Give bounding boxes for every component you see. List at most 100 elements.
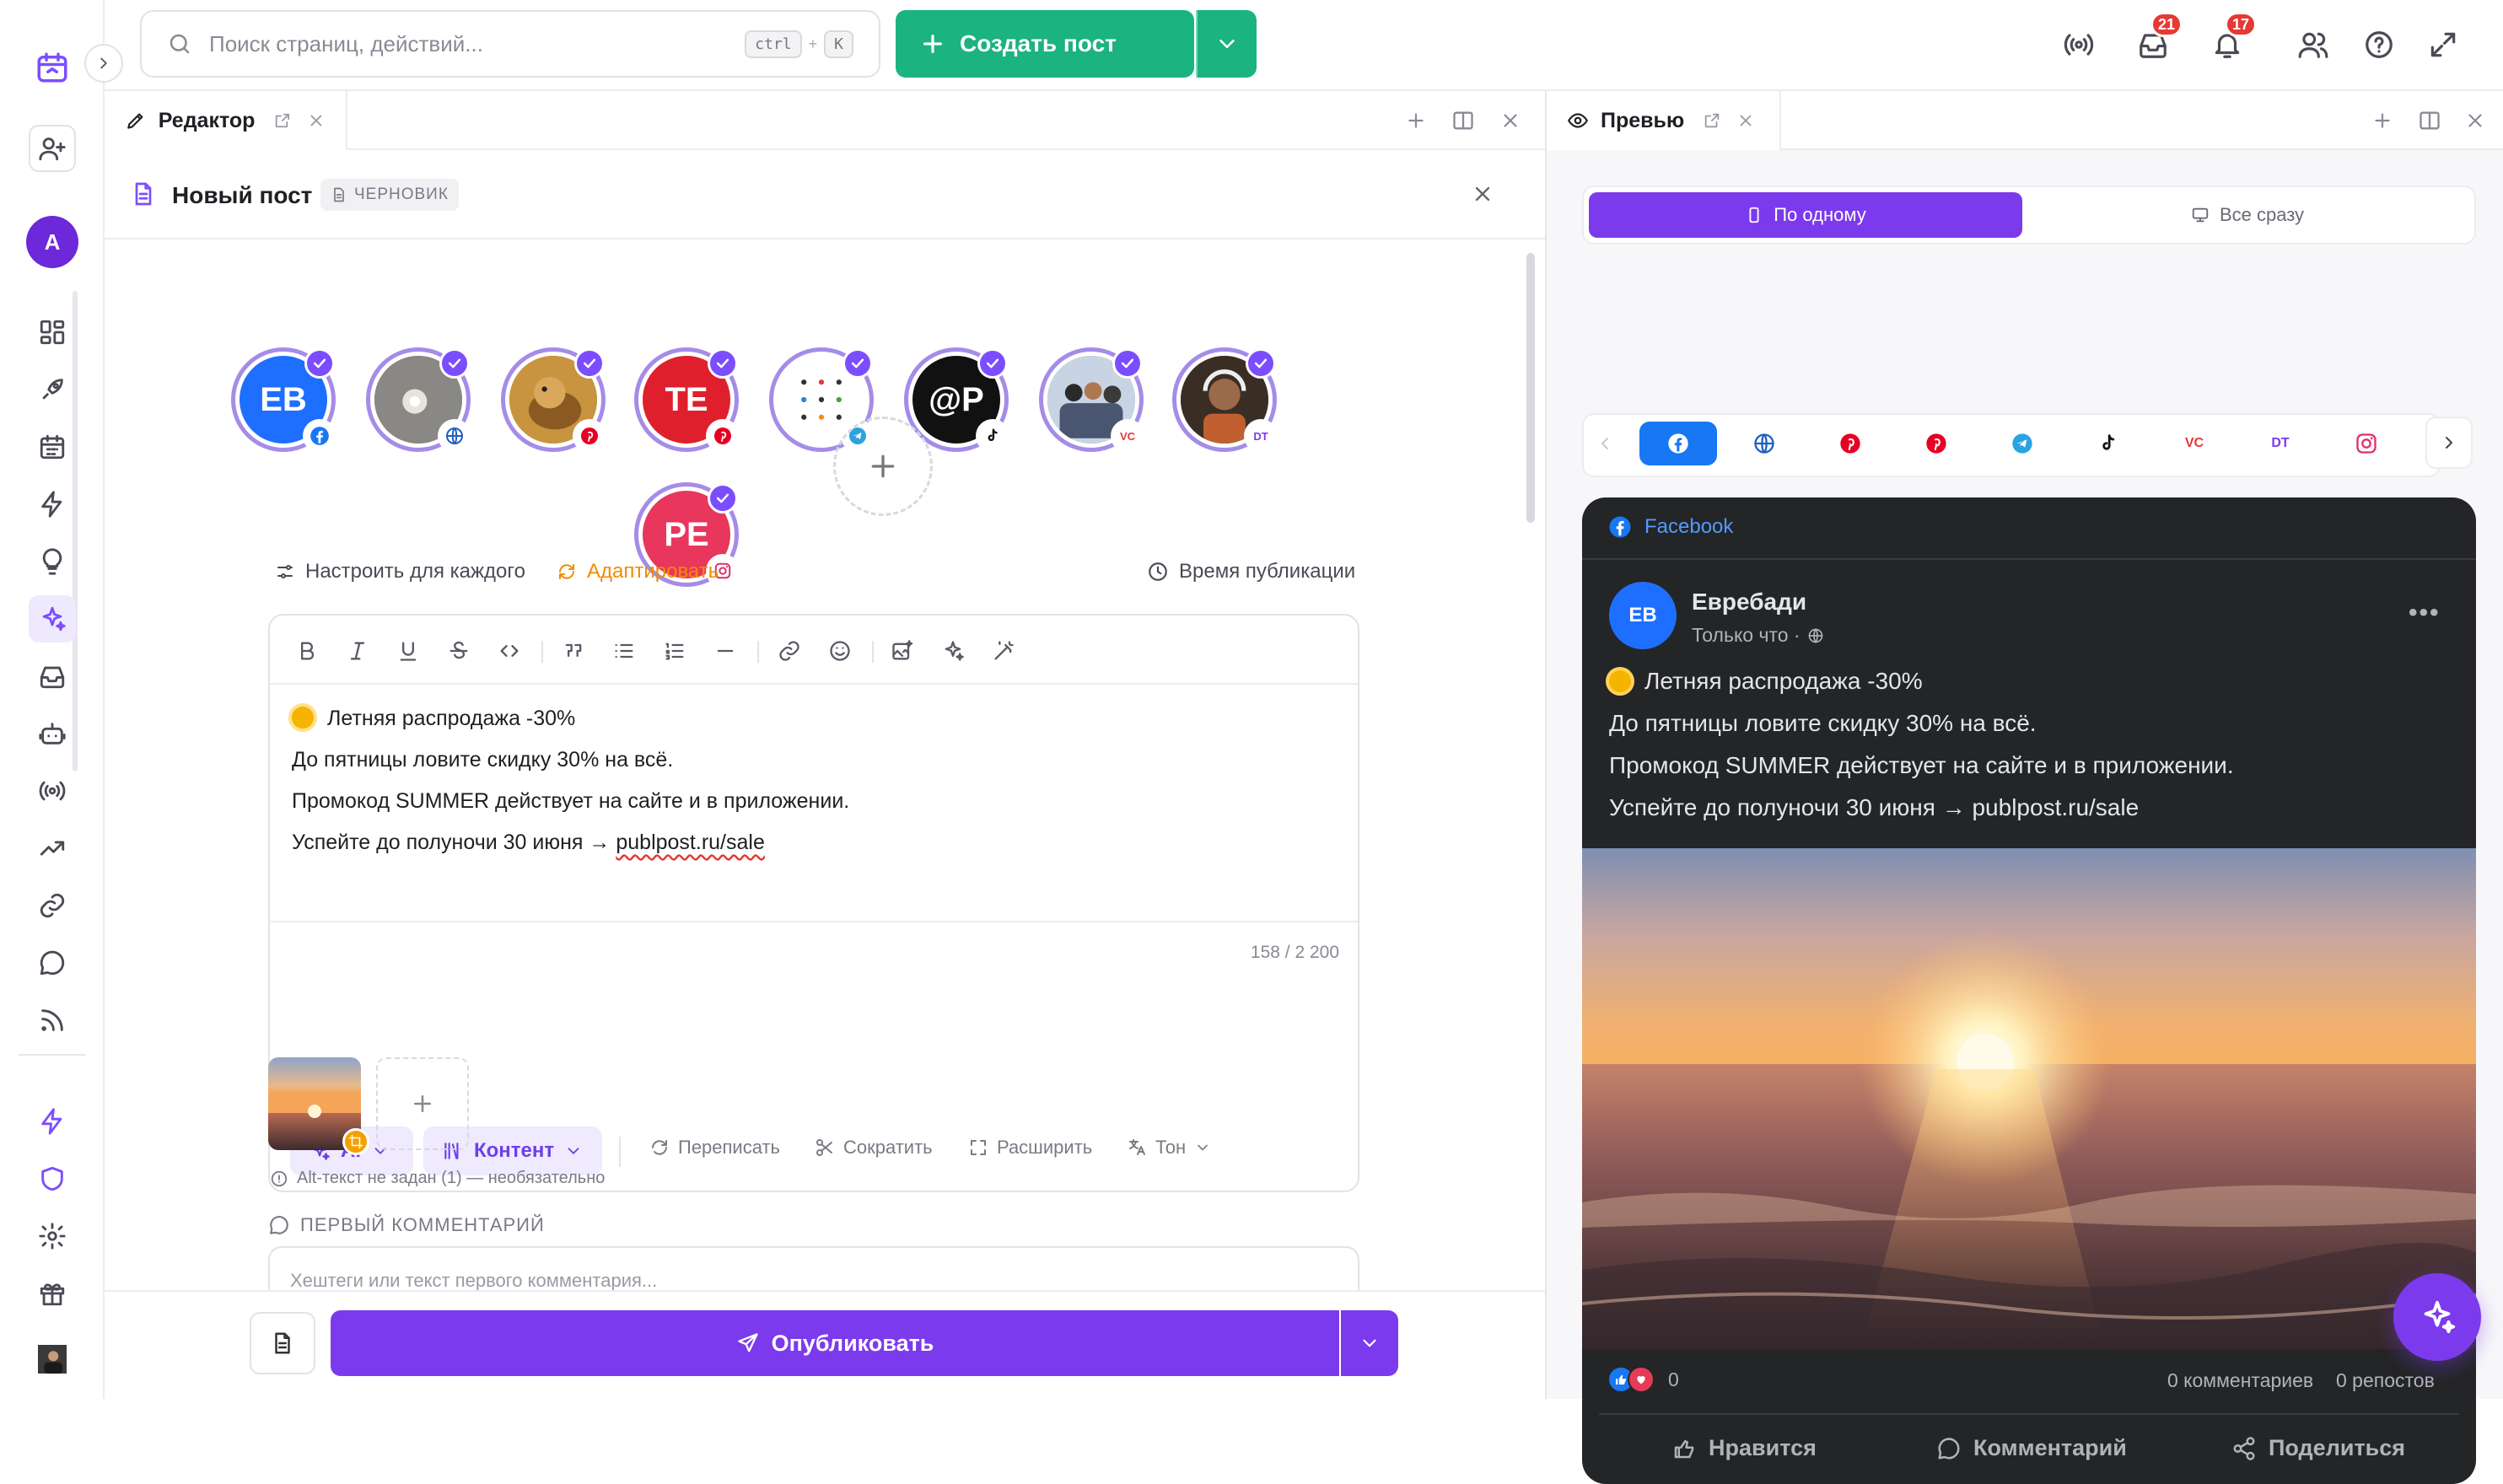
network-next-icon[interactable] bbox=[2425, 417, 2473, 469]
preview-network-facebook[interactable] bbox=[1639, 422, 1717, 465]
editor-scrollbar[interactable] bbox=[1526, 253, 1535, 523]
fullscreen-icon[interactable] bbox=[2422, 24, 2464, 66]
more-options-icon[interactable]: ••• bbox=[2409, 599, 2441, 627]
account-avatar-pinterest[interactable]: TE bbox=[634, 347, 739, 452]
create-post-dropdown-button[interactable] bbox=[1196, 10, 1257, 78]
upgrade-lightning-icon[interactable] bbox=[29, 1098, 76, 1145]
calendar-icon[interactable] bbox=[29, 423, 76, 470]
mode-one-button[interactable]: По одному bbox=[1589, 192, 2022, 238]
add-panel-icon[interactable] bbox=[2368, 91, 2397, 150]
like-button[interactable]: Нравится bbox=[1671, 1435, 1817, 1461]
inbox-icon[interactable] bbox=[29, 653, 76, 700]
publish-time-button[interactable]: Время публикации bbox=[1147, 560, 1355, 583]
post-text[interactable]: Летняя распродажа -30% До пятницы ловите… bbox=[292, 698, 849, 863]
reposts-count[interactable]: 0 репостов bbox=[2336, 1369, 2435, 1392]
preview-network-tiktok[interactable] bbox=[2070, 422, 2147, 465]
add-media-button[interactable] bbox=[376, 1057, 469, 1150]
preview-network-dt[interactable]: DT bbox=[2242, 422, 2319, 465]
lightbulb-icon[interactable] bbox=[29, 538, 76, 585]
account-avatar-vc[interactable]: VC bbox=[1039, 347, 1144, 452]
preview-network-pinterest-2[interactable] bbox=[1897, 422, 1975, 465]
notifications-button[interactable]: 17 bbox=[2206, 12, 2257, 66]
ai-sparkles-icon[interactable] bbox=[936, 634, 970, 668]
dashboard-icon[interactable] bbox=[29, 309, 76, 356]
user-avatar[interactable] bbox=[29, 1336, 76, 1383]
close-panel-icon[interactable] bbox=[2461, 91, 2490, 150]
split-view-icon[interactable] bbox=[2415, 91, 2444, 150]
numbered-list-icon[interactable] bbox=[658, 634, 692, 668]
comment-button[interactable]: Комментарий bbox=[1936, 1435, 2127, 1461]
lightning-icon[interactable] bbox=[29, 481, 76, 528]
sidebar-scrollbar[interactable] bbox=[73, 291, 78, 772]
expand-button[interactable]: Расширить bbox=[968, 1137, 1092, 1159]
customize-each-button[interactable]: Настроить для каждого bbox=[275, 560, 525, 583]
tab-editor[interactable]: Редактор bbox=[105, 91, 347, 150]
bold-icon[interactable] bbox=[290, 634, 324, 668]
share-button[interactable]: Поделиться bbox=[2231, 1435, 2405, 1461]
tab-preview[interactable]: Превью bbox=[1547, 91, 1781, 150]
account-avatar-facebook[interactable]: EB bbox=[231, 347, 336, 452]
settings-gear-icon[interactable] bbox=[29, 1212, 76, 1260]
comments-count[interactable]: 0 комментариев bbox=[2167, 1369, 2313, 1392]
code-icon[interactable] bbox=[493, 634, 526, 668]
preview-network-pinterest-1[interactable] bbox=[1811, 422, 1889, 465]
preview-network-web[interactable] bbox=[1725, 422, 1803, 465]
emoji-icon[interactable] bbox=[823, 634, 857, 668]
ai-sparkles-icon[interactable] bbox=[29, 595, 76, 643]
crop-badge-icon[interactable] bbox=[342, 1128, 369, 1155]
adapt-button[interactable]: Адаптировать bbox=[557, 560, 719, 583]
magic-wand-icon[interactable] bbox=[987, 634, 1020, 668]
account-avatar-dt[interactable]: DT bbox=[1172, 347, 1277, 452]
publish-button[interactable]: Опубликовать bbox=[331, 1310, 1339, 1376]
popout-icon[interactable] bbox=[273, 111, 292, 130]
add-user-icon[interactable] bbox=[29, 125, 76, 172]
rss-icon[interactable] bbox=[29, 997, 76, 1044]
link-icon[interactable] bbox=[772, 634, 806, 668]
add-panel-icon[interactable] bbox=[1402, 91, 1430, 150]
horizontal-rule-icon[interactable] bbox=[708, 634, 742, 668]
ai-assistant-fab[interactable] bbox=[2393, 1273, 2481, 1361]
chat-icon[interactable] bbox=[29, 939, 76, 987]
bullet-list-icon[interactable] bbox=[607, 634, 641, 668]
account-avatar-pinterest[interactable] bbox=[501, 347, 606, 452]
expand-sidebar-button[interactable] bbox=[84, 44, 123, 83]
link-icon[interactable] bbox=[29, 882, 76, 929]
trending-icon[interactable] bbox=[29, 825, 76, 872]
broadcast-icon[interactable] bbox=[29, 767, 76, 815]
shorten-button[interactable]: Сократить bbox=[815, 1137, 933, 1159]
preview-network-vc[interactable]: VC bbox=[2156, 422, 2233, 465]
rocket-icon[interactable] bbox=[29, 366, 76, 413]
close-panel-icon[interactable] bbox=[1496, 91, 1525, 150]
save-draft-button[interactable] bbox=[250, 1312, 315, 1374]
team-icon[interactable] bbox=[2292, 24, 2334, 66]
underline-icon[interactable] bbox=[391, 634, 425, 668]
image-ai-icon[interactable] bbox=[885, 634, 919, 668]
close-tab-icon[interactable] bbox=[307, 111, 326, 130]
workspace-avatar[interactable]: A bbox=[26, 216, 78, 268]
broadcast-status-icon[interactable] bbox=[2058, 24, 2100, 66]
close-post-icon[interactable] bbox=[1471, 182, 1494, 206]
split-view-icon[interactable] bbox=[1449, 91, 1478, 150]
italic-icon[interactable] bbox=[341, 634, 374, 668]
close-tab-icon[interactable] bbox=[1736, 111, 1755, 130]
quote-icon[interactable] bbox=[557, 634, 590, 668]
help-icon[interactable] bbox=[2358, 24, 2400, 66]
preview-network-telegram[interactable] bbox=[1984, 422, 2061, 465]
gift-icon[interactable] bbox=[29, 1270, 76, 1317]
publish-dropdown-button[interactable] bbox=[1341, 1310, 1398, 1376]
inbox-button[interactable]: 21 bbox=[2132, 12, 2183, 66]
network-prev-icon[interactable] bbox=[1585, 422, 1624, 465]
mode-all-button[interactable]: Все сразу bbox=[2031, 192, 2464, 238]
calendar-logo-icon[interactable] bbox=[29, 44, 76, 91]
popout-icon[interactable] bbox=[1703, 111, 1721, 130]
shield-icon[interactable] bbox=[29, 1155, 76, 1202]
bot-icon[interactable] bbox=[29, 710, 76, 757]
strikethrough-icon[interactable] bbox=[442, 634, 476, 668]
create-post-button[interactable]: Создать пост bbox=[896, 10, 1194, 78]
preview-network-instagram[interactable] bbox=[2328, 422, 2405, 465]
rewrite-button[interactable]: Переписать bbox=[649, 1137, 780, 1159]
reactions[interactable]: 0 bbox=[1607, 1366, 1679, 1393]
tone-button[interactable]: Тон bbox=[1127, 1137, 1211, 1159]
account-avatar-web[interactable] bbox=[366, 347, 471, 452]
search-input[interactable]: Поиск страниц, действий... ctrl + K bbox=[140, 10, 880, 78]
